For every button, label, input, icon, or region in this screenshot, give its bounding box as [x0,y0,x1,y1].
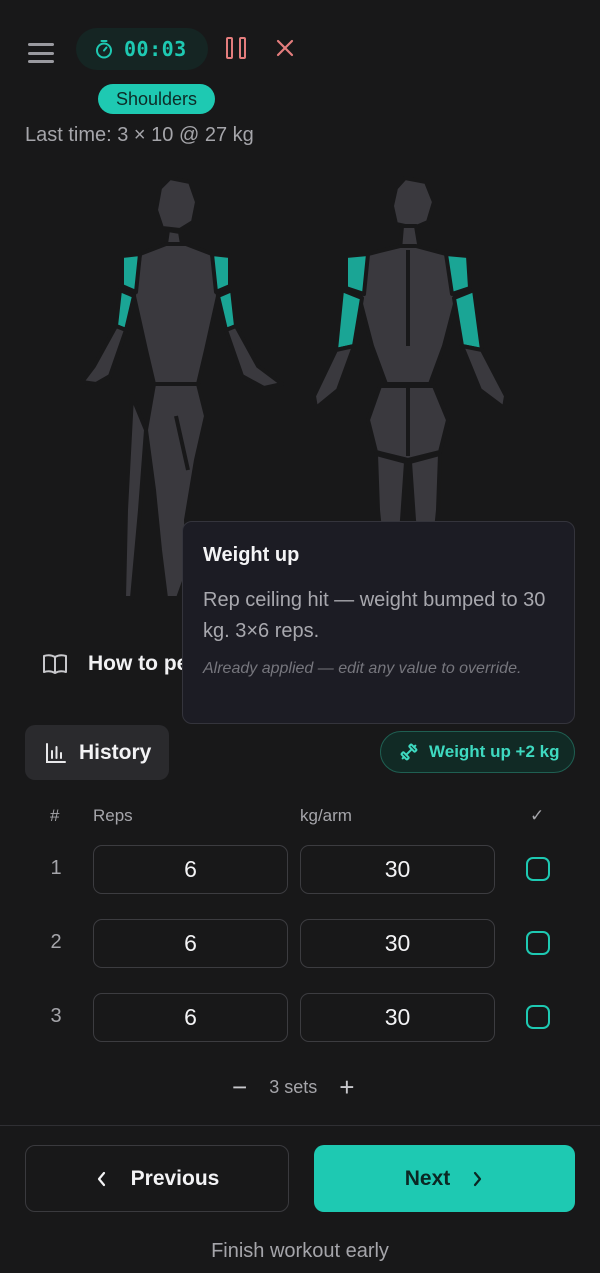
remove-set-button[interactable]: − [232,1074,247,1100]
column-header-weight: kg/arm [300,806,352,825]
menu-icon[interactable] [28,40,54,66]
set-done-checkbox[interactable] [526,1005,550,1029]
weight-up-badge[interactable]: Weight up +2 kg [380,731,575,773]
previous-label: Previous [130,1166,220,1190]
tooltip-body: Rep ceiling hit — weight bumped to 30 kg… [203,589,546,642]
weight-input[interactable]: 30 [300,993,495,1042]
how-to-label: How to pe [88,652,189,675]
footer-divider [0,1125,600,1126]
column-header-done: ✓ [530,806,545,825]
muscle-group-tag: Shoulders [98,84,216,114]
set-done-checkbox[interactable] [526,857,550,881]
previous-button[interactable]: Previous [25,1145,289,1212]
tooltip-title: Weight up [203,544,300,566]
chevron-right-icon [474,1171,482,1186]
weight-input[interactable]: 30 [300,845,495,894]
weight-input[interactable]: 30 [300,919,495,968]
next-label: Next [404,1166,451,1190]
reps-input[interactable]: 6 [93,845,288,894]
set-number: 3 [50,1005,62,1027]
set-number: 1 [50,857,62,879]
last-time-summary: Last time: 3 × 10 @ 27 kg [25,124,254,146]
reps-input[interactable]: 6 [93,919,288,968]
body-back [312,176,508,572]
column-header-reps: Reps [93,806,133,825]
history-button[interactable]: History [25,725,169,780]
finish-workout-early-link[interactable]: Finish workout early [0,1240,600,1263]
reps-input[interactable]: 6 [93,993,288,1042]
book-icon [43,654,67,674]
pause-icon[interactable] [226,37,246,61]
stopwatch-icon [96,40,112,59]
workout-timer: 00:03 [76,28,208,70]
close-icon[interactable] [273,36,297,60]
add-set-button[interactable]: + [339,1074,354,1100]
column-header-number: # [50,806,60,825]
sets-count-label: 3 sets [269,1076,318,1097]
weight-badge-label: Weight up +2 kg [429,742,560,761]
dumbbell-icon [400,743,418,761]
top-bar: 00:03 [0,0,600,110]
how-to-perform-link[interactable]: How to pe [42,652,188,676]
set-done-checkbox[interactable] [526,931,550,955]
history-label: History [79,740,152,764]
next-button[interactable]: Next [314,1145,575,1212]
bar-chart-icon [46,742,66,763]
timer-value: 00:03 [124,37,187,61]
sets-stepper: − 3 sets + [232,1074,354,1100]
tooltip-note: Already applied — edit any value to over… [203,660,522,677]
chevron-left-icon [97,1171,105,1186]
set-number: 2 [50,931,62,953]
weight-up-tooltip: Weight up Rep ceiling hit — weight bumpe… [182,521,575,724]
